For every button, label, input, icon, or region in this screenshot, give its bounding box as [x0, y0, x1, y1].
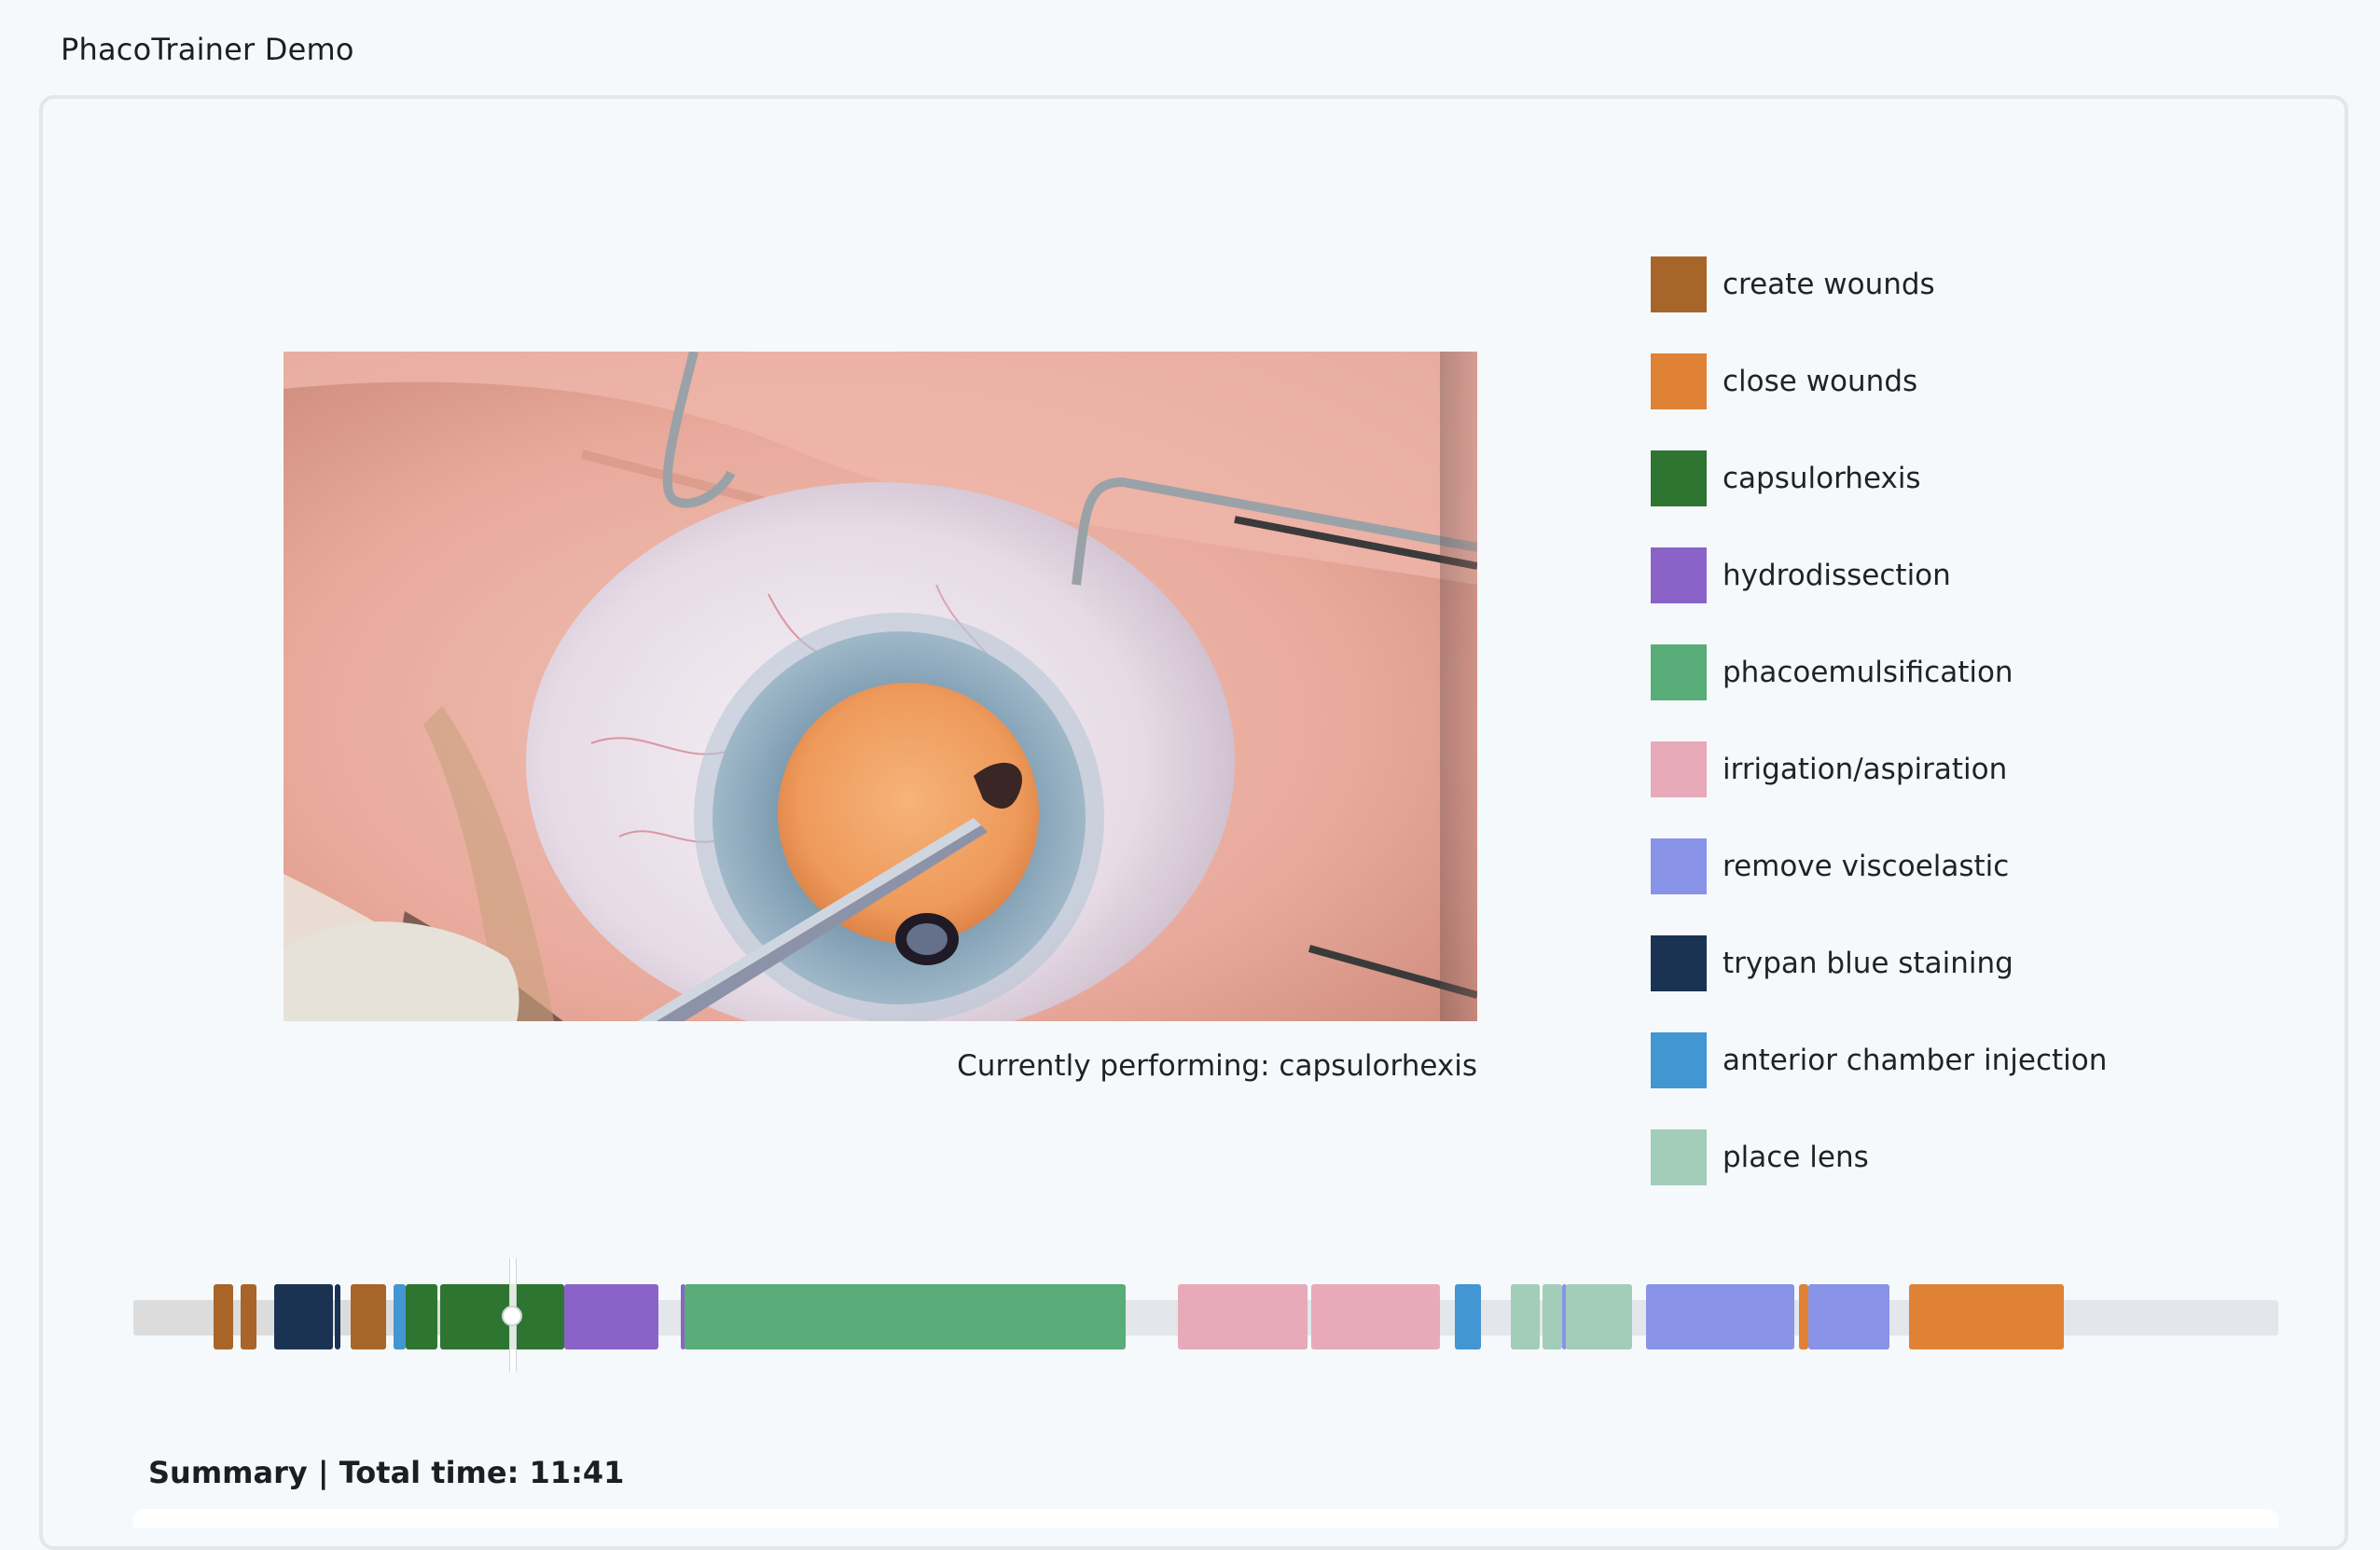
legend-label: irrigation/aspiration: [1723, 753, 2008, 786]
timeline-segment[interactable]: [274, 1284, 333, 1349]
timeline-segment[interactable]: [1566, 1284, 1632, 1349]
legend-item: place lens: [1651, 1129, 2210, 1185]
timeline-segment[interactable]: [564, 1284, 658, 1349]
timeline-segment[interactable]: [214, 1284, 233, 1349]
legend-label: place lens: [1723, 1141, 1869, 1174]
current-phase-caption: Currently performing: capsulorhexis: [957, 1049, 1477, 1083]
timeline-segment[interactable]: [241, 1284, 256, 1349]
legend-label: anterior chamber injection: [1723, 1044, 2108, 1077]
legend-item: phacoemulsification: [1651, 644, 2210, 700]
legend-item: trypan blue staining: [1651, 935, 2210, 991]
timeline-segment[interactable]: [351, 1284, 386, 1349]
summary-card-top: [133, 1509, 2278, 1528]
legend-label: hydrodissection: [1723, 559, 1951, 592]
legend-label: close wounds: [1723, 365, 1918, 398]
playhead-handle[interactable]: [502, 1306, 522, 1326]
summary-title: Summary | Total time: 11:41: [148, 1455, 625, 1490]
legend-item: capsulorhexis: [1651, 450, 2210, 506]
surgical-video[interactable]: [284, 352, 1477, 1021]
legend-item: close wounds: [1651, 353, 2210, 409]
timeline-playhead[interactable]: [502, 1258, 522, 1372]
legend-swatch: [1651, 1129, 1707, 1185]
legend-item: remove viscoelastic: [1651, 838, 2210, 894]
legend-item: create wounds: [1651, 256, 2210, 312]
legend-label: create wounds: [1723, 268, 1935, 301]
timeline-segment[interactable]: [335, 1284, 340, 1349]
legend-swatch: [1651, 741, 1707, 797]
legend-label: phacoemulsification: [1723, 656, 2013, 689]
legend-swatch: [1651, 450, 1707, 506]
timeline-segment[interactable]: [1909, 1284, 2064, 1349]
surgical-video-frame-image: [284, 352, 1477, 1021]
legend-swatch: [1651, 547, 1707, 603]
legend-swatch: [1651, 256, 1707, 312]
legend-swatch: [1651, 644, 1707, 700]
timeline-segment[interactable]: [685, 1284, 1126, 1349]
timeline-segment[interactable]: [1178, 1284, 1308, 1349]
timeline-segment[interactable]: [1799, 1284, 1808, 1349]
legend-label: remove viscoelastic: [1723, 850, 2010, 883]
legend-swatch: [1651, 1032, 1707, 1088]
legend-swatch: [1651, 935, 1707, 991]
timeline-segment[interactable]: [394, 1284, 406, 1349]
timeline-segment[interactable]: [1808, 1284, 1889, 1349]
phase-timeline[interactable]: [133, 1254, 2278, 1372]
legend-label: capsulorhexis: [1723, 462, 1921, 495]
app-title: PhacoTrainer Demo: [61, 32, 354, 67]
legend-swatch: [1651, 353, 1707, 409]
timeline-segment[interactable]: [1511, 1284, 1540, 1349]
timeline-segment[interactable]: [1311, 1284, 1440, 1349]
legend-label: trypan blue staining: [1723, 947, 2013, 980]
timeline-segment[interactable]: [1543, 1284, 1562, 1349]
timeline-segment[interactable]: [406, 1284, 437, 1349]
timeline-segment[interactable]: [1646, 1284, 1794, 1349]
legend-swatch: [1651, 838, 1707, 894]
legend-item: hydrodissection: [1651, 547, 2210, 603]
timeline-segment[interactable]: [1455, 1284, 1481, 1349]
legend-item: irrigation/aspiration: [1651, 741, 2210, 797]
legend-item: anterior chamber injection: [1651, 1032, 2210, 1088]
